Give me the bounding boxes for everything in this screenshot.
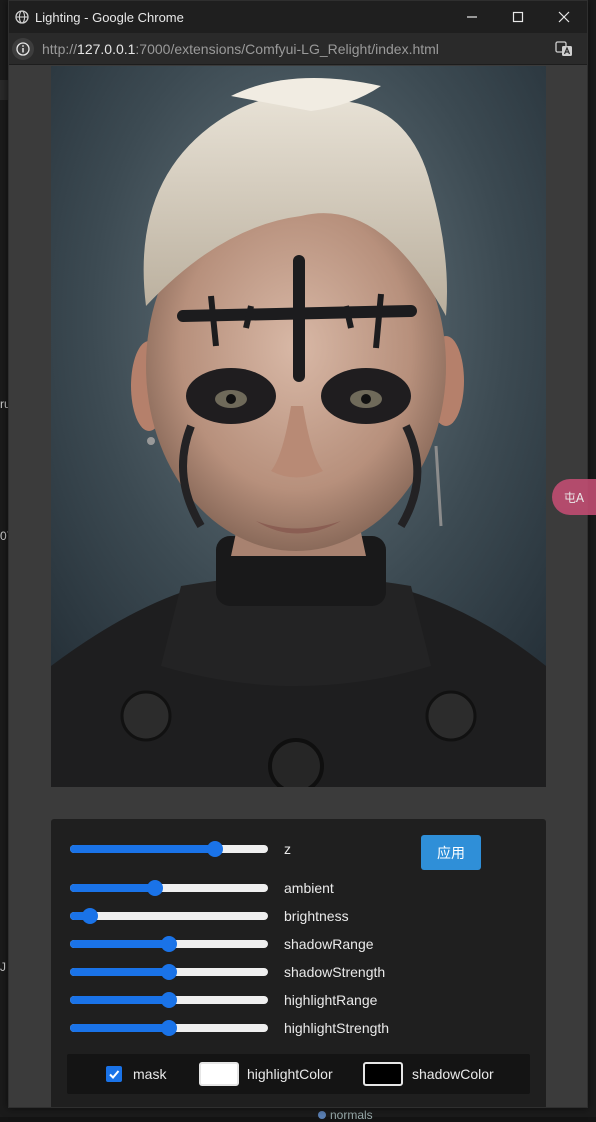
slider-label-ambient: ambient: [284, 880, 334, 896]
translate-icon[interactable]: [555, 40, 573, 58]
url-host: 127.0.0.1: [77, 40, 136, 57]
slider-ambient[interactable]: [70, 880, 268, 896]
slider-z[interactable]: [70, 841, 268, 857]
highlight-color-swatch[interactable]: [199, 1062, 239, 1086]
slider-label-brightness: brightness: [284, 908, 349, 924]
checkmark-icon: [109, 1070, 120, 1079]
background-fragment: J: [0, 960, 6, 974]
maximize-button[interactable]: [495, 1, 541, 33]
chrome-window: Lighting - Google Chrome http://127.0.0.…: [8, 0, 588, 1108]
slider-track[interactable]: [70, 936, 268, 952]
bullet-icon: [318, 1111, 326, 1119]
slider-label-shadow-range: shadowRange: [284, 936, 374, 952]
slider-label-highlight-range: highlightRange: [284, 992, 378, 1008]
slider-track[interactable]: [70, 880, 268, 896]
slider-thumb[interactable]: [206, 841, 223, 857]
slider-highlight-strength[interactable]: [70, 1020, 268, 1036]
options-bar: mask highlightColor shadowColor: [67, 1054, 530, 1094]
slider-shadow-strength[interactable]: [70, 964, 268, 980]
address-bar[interactable]: http://127.0.0.1:7000/extensions/Comfyui…: [9, 33, 587, 65]
translate-pill[interactable]: 屯A: [552, 479, 596, 515]
close-button[interactable]: [541, 1, 587, 33]
title-bar[interactable]: Lighting - Google Chrome: [9, 1, 587, 33]
slider-label-shadow-strength: shadowStrength: [284, 964, 386, 980]
slider-thumb[interactable]: [161, 992, 177, 1008]
slider-thumb[interactable]: [161, 1020, 177, 1036]
slider-thumb[interactable]: [161, 964, 177, 980]
mask-label: mask: [133, 1066, 167, 1082]
minimize-button[interactable]: [449, 1, 495, 33]
slider-fill: [70, 884, 156, 892]
highlight-color-label: highlightColor: [247, 1066, 333, 1082]
portrait-image: [51, 66, 546, 787]
url-path: :7000/extensions/Comfyui-LG_Relight/inde…: [135, 40, 439, 57]
slider-track[interactable]: [70, 1020, 268, 1036]
slider-fill: [70, 940, 169, 948]
slider-highlight-range[interactable]: [70, 992, 268, 1008]
page-content: z 应用 ambient brightness shadowRange shad…: [9, 66, 587, 1107]
lighting-controls-panel: z 应用 ambient brightness shadowRange shad…: [51, 819, 546, 1107]
info-icon[interactable]: [12, 37, 34, 60]
url-text[interactable]: http://127.0.0.1:7000/extensions/Comfyui…: [42, 41, 555, 57]
apply-button[interactable]: 应用: [421, 835, 481, 870]
slider-thumb[interactable]: [81, 908, 98, 924]
maximize-icon: [512, 11, 524, 23]
slider-thumb[interactable]: [161, 936, 177, 952]
minimize-icon: [467, 16, 477, 18]
slider-brightness[interactable]: [70, 908, 268, 924]
window-title: Lighting - Google Chrome: [35, 9, 184, 25]
shadow-color-swatch[interactable]: [363, 1062, 403, 1086]
slider-fill: [70, 1024, 169, 1032]
slider-track[interactable]: [70, 908, 268, 924]
slider-thumb[interactable]: [147, 880, 164, 896]
slider-fill: [70, 845, 215, 853]
shadow-color-label: shadowColor: [412, 1066, 494, 1082]
normals-label: normals: [330, 1108, 373, 1122]
slider-track[interactable]: [70, 964, 268, 980]
slider-fill: [70, 968, 169, 976]
close-icon: [558, 11, 570, 23]
slider-shadow-range[interactable]: [70, 936, 268, 952]
slider-label-highlight-strength: highlightStrength: [284, 1020, 390, 1036]
slider-fill: [70, 996, 169, 1004]
background-bottom-label: normals: [318, 1108, 373, 1122]
slider-track[interactable]: [70, 841, 268, 857]
slider-label-z: z: [284, 841, 291, 857]
globe-icon: [15, 10, 29, 24]
url-scheme: http://: [42, 40, 78, 57]
slider-track[interactable]: [70, 992, 268, 1008]
mask-checkbox[interactable]: [106, 1066, 122, 1082]
